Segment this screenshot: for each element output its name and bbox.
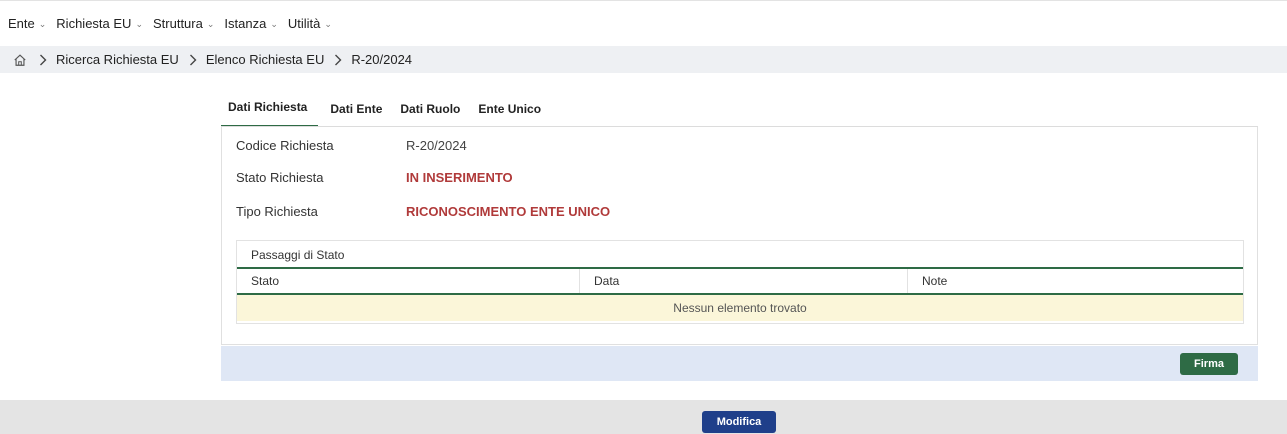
menu-item-label: Struttura: [152, 16, 203, 31]
field-label: Stato Richiesta: [236, 169, 324, 185]
grid-column-data[interactable]: Data: [580, 269, 908, 293]
field-value: R-20/2024: [406, 137, 467, 153]
grid-empty-message: Nessun elemento trovato: [237, 295, 1243, 321]
chevron-down-icon: ⌄: [206, 19, 215, 29]
menu-item-label: Richiesta EU: [56, 16, 132, 31]
menu-item-label: Ente: [8, 16, 35, 31]
detail-tabs: Dati Richiesta Dati Ente Dati Ruolo Ente…: [221, 92, 553, 127]
chevron-down-icon: ⌄: [270, 19, 278, 29]
menu-item-label: Utilità: [287, 16, 321, 31]
top-menu: Ente ⌄ Richiesta EU ⌄ Struttura ⌄ Istanz…: [0, 0, 1287, 46]
menu-item-ente[interactable]: Ente ⌄: [8, 16, 46, 31]
menu-item-struttura[interactable]: Struttura ⌄: [153, 16, 214, 31]
chevron-down-icon: ⌄: [135, 19, 143, 29]
tab-dati-ruolo[interactable]: Dati Ruolo: [394, 102, 466, 127]
field-label: Codice Richiesta: [236, 137, 334, 153]
type-value: RICONOSCIMENTO ENTE UNICO: [406, 203, 611, 219]
tab-dati-ente[interactable]: Dati Ente: [324, 102, 388, 127]
chevron-down-icon: ⌄: [324, 19, 332, 29]
status-value: IN INSERIMENTO: [406, 169, 513, 185]
menu-item-label: Istanza: [224, 16, 267, 31]
firma-button[interactable]: Firma: [1180, 353, 1238, 375]
footer-bar: Modifica: [0, 400, 1287, 434]
home-icon[interactable]: [13, 53, 27, 67]
chevron-right-icon: [335, 54, 342, 65]
modifica-button[interactable]: Modifica: [702, 411, 776, 433]
chevron-right-icon: [189, 54, 197, 65]
menu-item-utilita[interactable]: Utilità ⌄: [288, 16, 332, 31]
tab-ente-unico[interactable]: Ente Unico: [472, 102, 547, 127]
breadcrumb-current: R-20/2024: [351, 52, 413, 67]
passaggi-di-stato-grid: Passaggi di Stato Stato Data Note Nessun…: [236, 240, 1244, 324]
menu-item-richiesta-eu[interactable]: Richiesta EU ⌄: [56, 16, 143, 31]
action-bar: Firma: [221, 346, 1258, 381]
breadcrumb-elenco-richiesta[interactable]: Elenco Richiesta EU: [206, 52, 325, 67]
grid-column-note[interactable]: Note: [908, 269, 1243, 293]
menu-item-istanza[interactable]: Istanza ⌄: [224, 16, 277, 31]
chevron-right-icon: [40, 54, 47, 65]
chevron-down-icon: ⌄: [38, 19, 47, 29]
breadcrumb: Ricerca Richiesta EU Elenco Richiesta EU…: [0, 46, 1287, 73]
field-label: Tipo Richiesta: [236, 203, 318, 219]
grid-header-row: Stato Data Note: [237, 269, 1243, 295]
breadcrumb-ricerca-richiesta[interactable]: Ricerca Richiesta EU: [56, 52, 179, 67]
detail-panel: Codice Richiesta R-20/2024 Stato Richies…: [221, 127, 1258, 345]
grid-column-stato[interactable]: Stato: [237, 269, 580, 293]
tab-dati-richiesta[interactable]: Dati Richiesta: [221, 100, 319, 127]
grid-caption: Passaggi di Stato: [237, 241, 1243, 269]
